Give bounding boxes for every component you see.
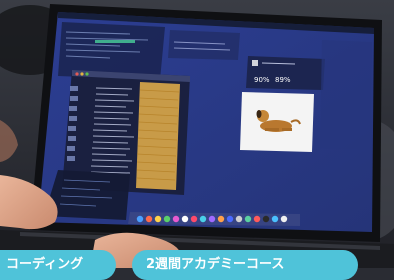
coding-tag: コーディング <box>0 250 116 280</box>
laptop-photo: 90% 89% <box>0 0 394 268</box>
result-percent-2: 89% <box>275 76 291 84</box>
academy-course-tag: 2週間アカデミーコース <box>132 250 358 280</box>
result-percent-1: 90% <box>254 76 270 84</box>
dock-icons <box>136 215 288 223</box>
